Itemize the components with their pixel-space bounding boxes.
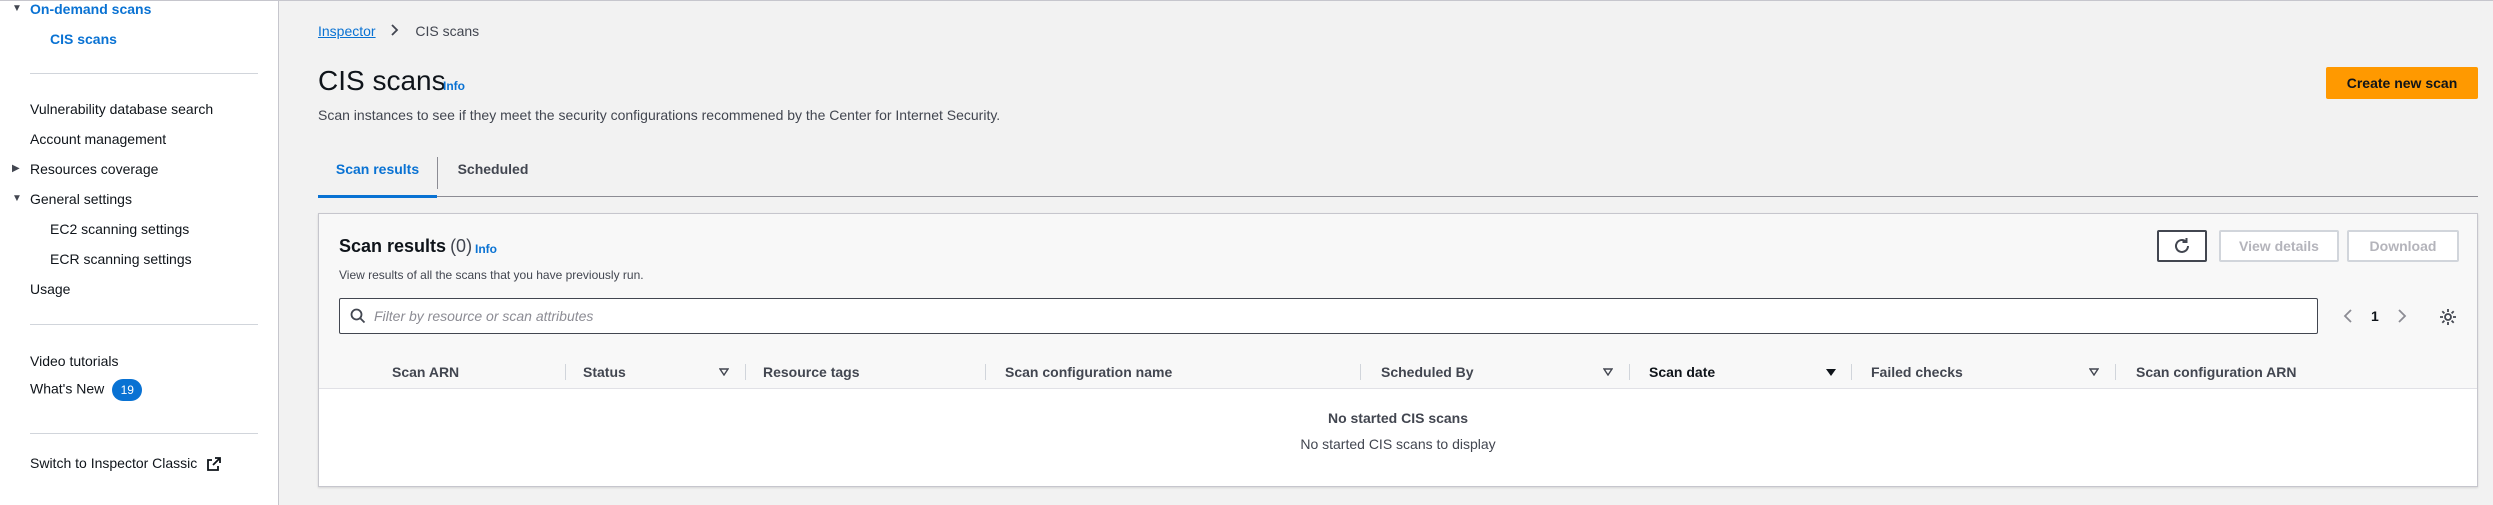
tab-scheduled[interactable]: Scheduled <box>438 149 548 197</box>
refresh-button[interactable] <box>2157 230 2207 262</box>
nav-whats-new-label: What's New <box>30 380 105 397</box>
column-divider <box>1851 364 1852 380</box>
empty-state-title: No started CIS scans <box>1327 410 1469 426</box>
column-scan-configuration-name[interactable]: Scan configuration name <box>1005 356 1172 388</box>
nav-general-settings[interactable]: General settings <box>30 191 132 207</box>
panel-count: (0) <box>450 236 473 256</box>
panel-info-link[interactable]: Info <box>475 242 497 256</box>
tab-scan-results[interactable]: Scan results <box>318 149 437 198</box>
column-scan-arn[interactable]: Scan ARN <box>392 356 459 388</box>
sort-icon[interactable] <box>719 368 729 376</box>
external-link-icon <box>207 457 222 472</box>
nav-cis-scans[interactable]: CIS scans <box>50 31 117 47</box>
nav-divider <box>30 433 258 434</box>
column-divider <box>2115 364 2116 380</box>
page-title: CIS scans <box>318 65 446 96</box>
pagination: 1 <box>2343 302 2407 330</box>
column-divider <box>985 364 986 380</box>
page-description: Scan instances to see if they meet the s… <box>318 107 1001 123</box>
table-divider <box>319 388 2477 389</box>
column-divider <box>1360 364 1361 380</box>
panel-description: View results of all the scans that you h… <box>339 268 644 282</box>
refresh-icon <box>2175 238 2189 253</box>
download-button[interactable]: Download <box>2347 230 2459 262</box>
title-info-link[interactable]: Info <box>443 79 465 93</box>
nav-divider <box>30 73 258 74</box>
breadcrumb-inspector-link[interactable]: Inspector <box>318 23 376 39</box>
caret-down-icon[interactable]: ▼ <box>12 193 22 204</box>
create-new-scan-button[interactable]: Create new scan <box>2326 67 2478 99</box>
panel-title-text: Scan results <box>339 236 447 256</box>
caret-right-icon[interactable]: ▶ <box>12 163 20 174</box>
column-scheduled-by[interactable]: Scheduled By <box>1381 356 1474 388</box>
sort-descending-icon[interactable] <box>1825 368 1837 377</box>
nav-switch-classic[interactable]: Switch to Inspector Classic <box>30 455 222 472</box>
empty-state-description: No started CIS scans to display <box>1300 436 1496 452</box>
caret-down-icon[interactable]: ▼ <box>12 3 22 14</box>
nav-whats-new[interactable]: What's New 19 <box>30 379 143 401</box>
column-status[interactable]: Status <box>583 356 626 388</box>
column-scan-configuration-arn[interactable]: Scan configuration ARN <box>2136 356 2297 388</box>
table-header: Scan ARN Status Resource tags Scan confi… <box>319 356 2477 388</box>
nav-resources-coverage[interactable]: Resources coverage <box>30 161 158 177</box>
nav-usage[interactable]: Usage <box>30 281 70 297</box>
tab-bar: Scan results Scheduled <box>318 149 2478 198</box>
chevron-right-icon[interactable] <box>2397 309 2407 323</box>
column-divider <box>565 364 566 380</box>
nav-on-demand-scans[interactable]: On-demand scans <box>30 1 151 17</box>
filter-input[interactable] <box>374 308 2274 324</box>
column-resource-tags[interactable]: Resource tags <box>763 356 859 388</box>
whats-new-count-badge: 19 <box>112 379 143 401</box>
breadcrumb-current: CIS scans <box>415 23 480 39</box>
chevron-right-icon <box>391 23 399 39</box>
nav-switch-classic-label: Switch to Inspector Classic <box>30 455 198 471</box>
search-icon <box>350 308 366 324</box>
nav-vulnerability-database-search[interactable]: Vulnerability database search <box>30 101 213 117</box>
panel-title: Scan results (0) <box>339 236 472 257</box>
view-details-button[interactable]: View details <box>2219 230 2339 262</box>
nav-ec2-scanning-settings[interactable]: EC2 scanning settings <box>50 221 189 237</box>
nav-video-tutorials[interactable]: Video tutorials <box>30 353 118 369</box>
nav-divider <box>30 324 258 325</box>
column-divider <box>745 364 746 380</box>
chevron-left-icon[interactable] <box>2343 309 2353 323</box>
breadcrumb: Inspector CIS scans <box>318 23 479 39</box>
nav-ecr-scanning-settings[interactable]: ECR scanning settings <box>50 251 192 267</box>
side-navigation: ▼ On-demand scans CIS scans Vulnerabilit… <box>0 1 279 505</box>
search-box <box>339 298 2318 334</box>
sort-icon[interactable] <box>2089 368 2099 376</box>
scan-results-panel: Scan results (0) Info View results of all… <box>318 213 2478 487</box>
gear-icon[interactable] <box>2439 308 2457 326</box>
page-number[interactable]: 1 <box>2371 308 2379 324</box>
sort-icon[interactable] <box>1603 368 1613 376</box>
nav-account-management[interactable]: Account management <box>30 131 166 147</box>
column-divider <box>1629 364 1630 380</box>
column-scan-date[interactable]: Scan date <box>1649 356 1715 388</box>
column-failed-checks[interactable]: Failed checks <box>1871 356 1963 388</box>
